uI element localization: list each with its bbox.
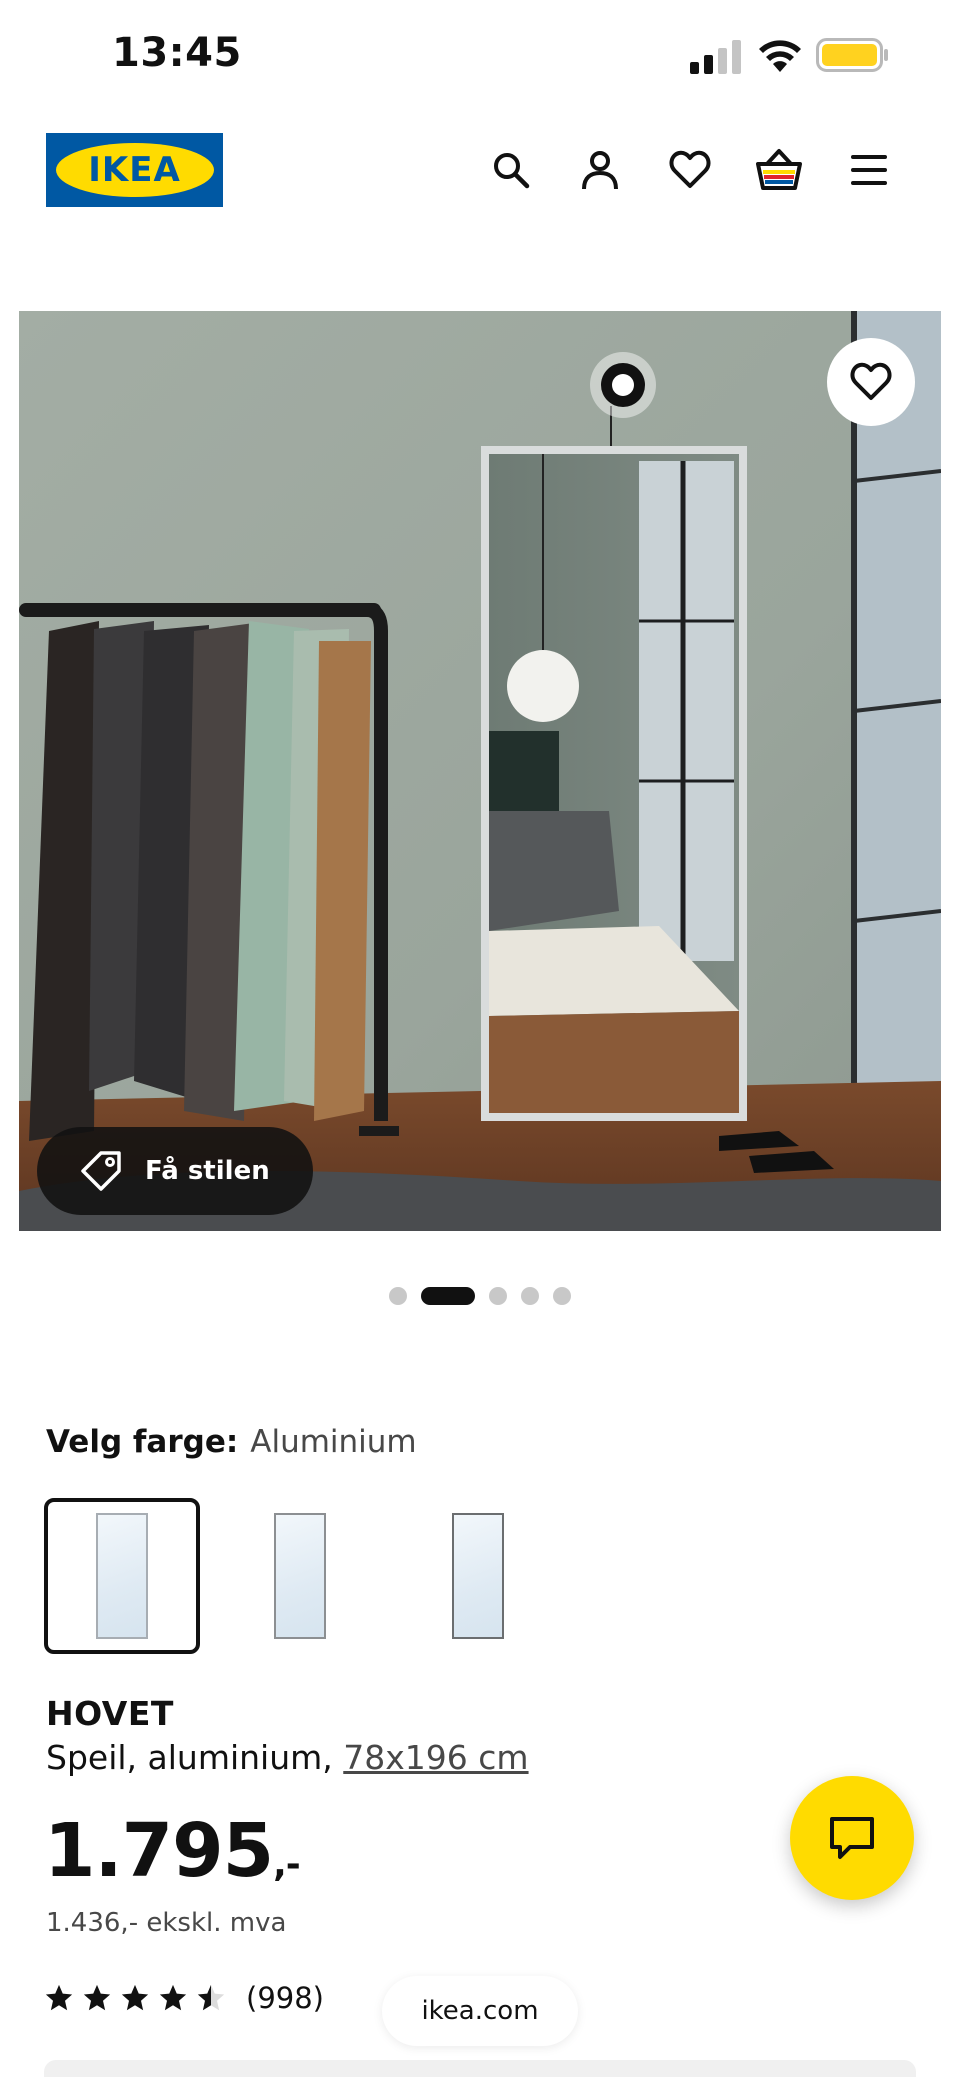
bedroom-scene-illustration	[19, 311, 941, 1231]
swatch-mirror-thumbnail	[452, 1513, 504, 1639]
get-the-look-label: Få stilen	[145, 1156, 270, 1186]
cellular-signal-icon	[690, 40, 741, 74]
color-selection-label: Velg farge: Aluminium	[46, 1424, 417, 1460]
star-icon	[159, 1984, 187, 2011]
carousel-dot-active[interactable]	[421, 1287, 475, 1305]
star-icon	[83, 1984, 111, 2011]
product-rating[interactable]: (998)	[44, 1978, 324, 2018]
product-name: HOVET	[46, 1694, 174, 1733]
profile-icon[interactable]	[576, 146, 624, 194]
chat-icon	[830, 1817, 874, 1859]
browser-address-pill[interactable]: ikea.com	[382, 1976, 578, 2046]
color-label: Velg farge:	[46, 1424, 239, 1460]
tag-icon	[81, 1151, 121, 1191]
carousel-dot[interactable]	[489, 1287, 507, 1305]
price-excluding-vat: 1.436,- ekskl. mva	[46, 1908, 287, 1938]
menu-icon[interactable]	[845, 146, 893, 194]
swatch-mirror-thumbnail	[274, 1513, 326, 1639]
color-swatch-2[interactable]	[222, 1498, 378, 1654]
rating-count: (998)	[246, 1981, 324, 2015]
product-description: Speil, aluminium, 78x196 cm	[46, 1738, 529, 1777]
carousel-dot[interactable]	[389, 1287, 407, 1305]
rating-stars	[44, 1983, 226, 2013]
get-the-look-button[interactable]: Få stilen	[37, 1127, 313, 1215]
carousel-dot[interactable]	[521, 1287, 539, 1305]
color-swatch-aluminium[interactable]	[44, 1498, 200, 1654]
search-icon[interactable]	[487, 146, 535, 194]
color-value: Aluminium	[250, 1424, 417, 1460]
product-description-text: Speil, aluminium,	[46, 1738, 344, 1777]
hotspot-inner	[601, 363, 645, 407]
half-star-icon	[197, 1984, 225, 2011]
add-to-favourites-button[interactable]	[827, 338, 915, 426]
ikea-logo[interactable]: IKEA	[46, 133, 223, 207]
chat-button[interactable]	[790, 1776, 914, 1900]
heart-icon	[850, 362, 892, 400]
product-hero-image[interactable]: Få stilen	[19, 311, 941, 1231]
logo-oval: IKEA	[55, 143, 214, 197]
price-value: 1.795	[44, 1808, 274, 1894]
swatch-mirror-thumbnail	[96, 1513, 148, 1639]
product-price: 1.795,-	[44, 1808, 301, 1894]
color-swatches	[44, 1498, 556, 1656]
price-suffix: ,-	[273, 1844, 301, 1885]
color-swatch-3[interactable]	[400, 1498, 556, 1654]
carousel-dot[interactable]	[553, 1287, 571, 1305]
star-icon	[45, 1984, 73, 2011]
site-header: IKEA	[0, 110, 960, 240]
carousel-indicator	[0, 1286, 960, 1306]
wifi-icon	[759, 40, 801, 72]
logo-text: IKEA	[88, 150, 181, 190]
status-time: 13:45	[112, 30, 242, 76]
star-icon	[121, 1984, 149, 2011]
hotspot-dot	[612, 374, 634, 396]
status-bar: 13:45	[0, 0, 960, 110]
cart-icon[interactable]	[755, 146, 803, 194]
heart-icon[interactable]	[666, 146, 714, 194]
product-size-link[interactable]: 78x196 cm	[343, 1738, 528, 1777]
battery-icon	[816, 38, 888, 72]
add-to-cart-bar-edge	[44, 2060, 916, 2077]
product-hotspot[interactable]	[590, 352, 656, 418]
